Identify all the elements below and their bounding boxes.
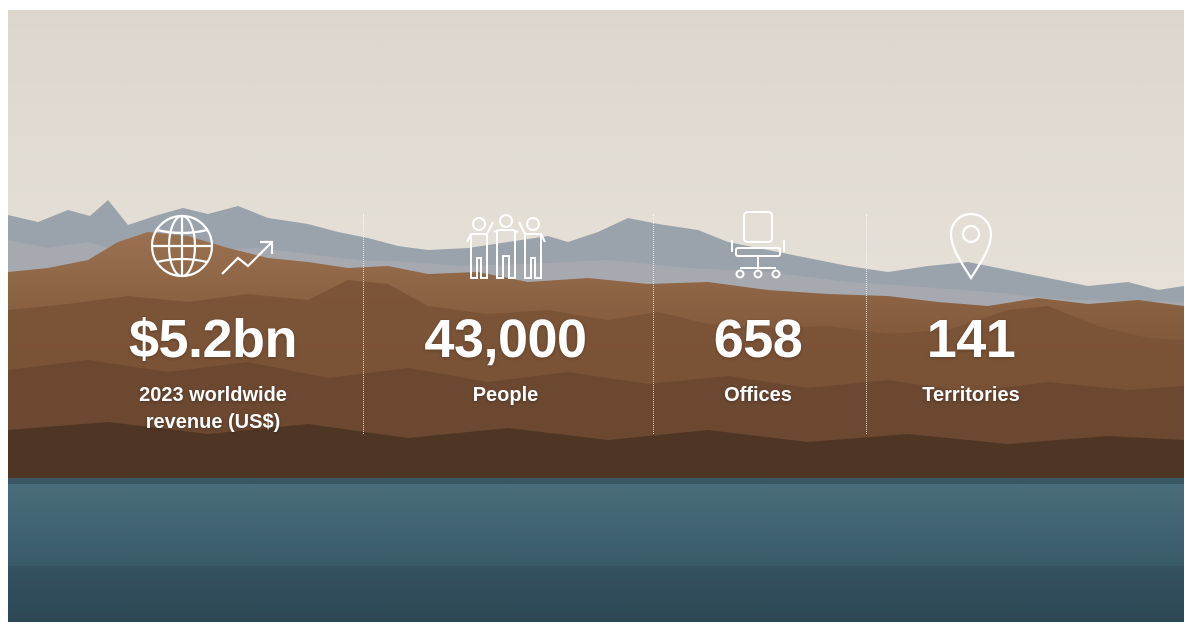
stat-value: 43,000 — [424, 309, 587, 369]
office-chair-icon — [658, 211, 858, 282]
divider — [653, 214, 654, 434]
stat-label: Offices — [724, 384, 792, 406]
stats-row: $5.2bn 2023 worldwide revenue (US$) 43,0… — [8, 210, 1184, 450]
stat-value: 141 — [926, 309, 1016, 369]
location-pin-icon — [871, 212, 1071, 282]
globe-growth-icon — [68, 212, 358, 282]
stat-label: People — [472, 384, 539, 406]
divider — [866, 214, 867, 434]
stat-value: 658 — [713, 309, 803, 369]
stat-people: 43,000 People — [368, 210, 643, 450]
stat-revenue: $5.2bn 2023 worldwide revenue (US$) — [68, 210, 358, 450]
hero-banner: $5.2bn 2023 worldwide revenue (US$) 43,0… — [8, 10, 1184, 622]
stat-territories: 141 Territories — [871, 210, 1071, 450]
stat-label: Territories — [922, 384, 1020, 406]
people-group-icon — [368, 212, 643, 282]
stat-value: $5.2bn — [128, 309, 298, 369]
divider — [363, 214, 364, 434]
stat-offices: 658 Offices — [658, 210, 858, 450]
stat-label: 2023 worldwide revenue (US$) — [139, 384, 287, 433]
